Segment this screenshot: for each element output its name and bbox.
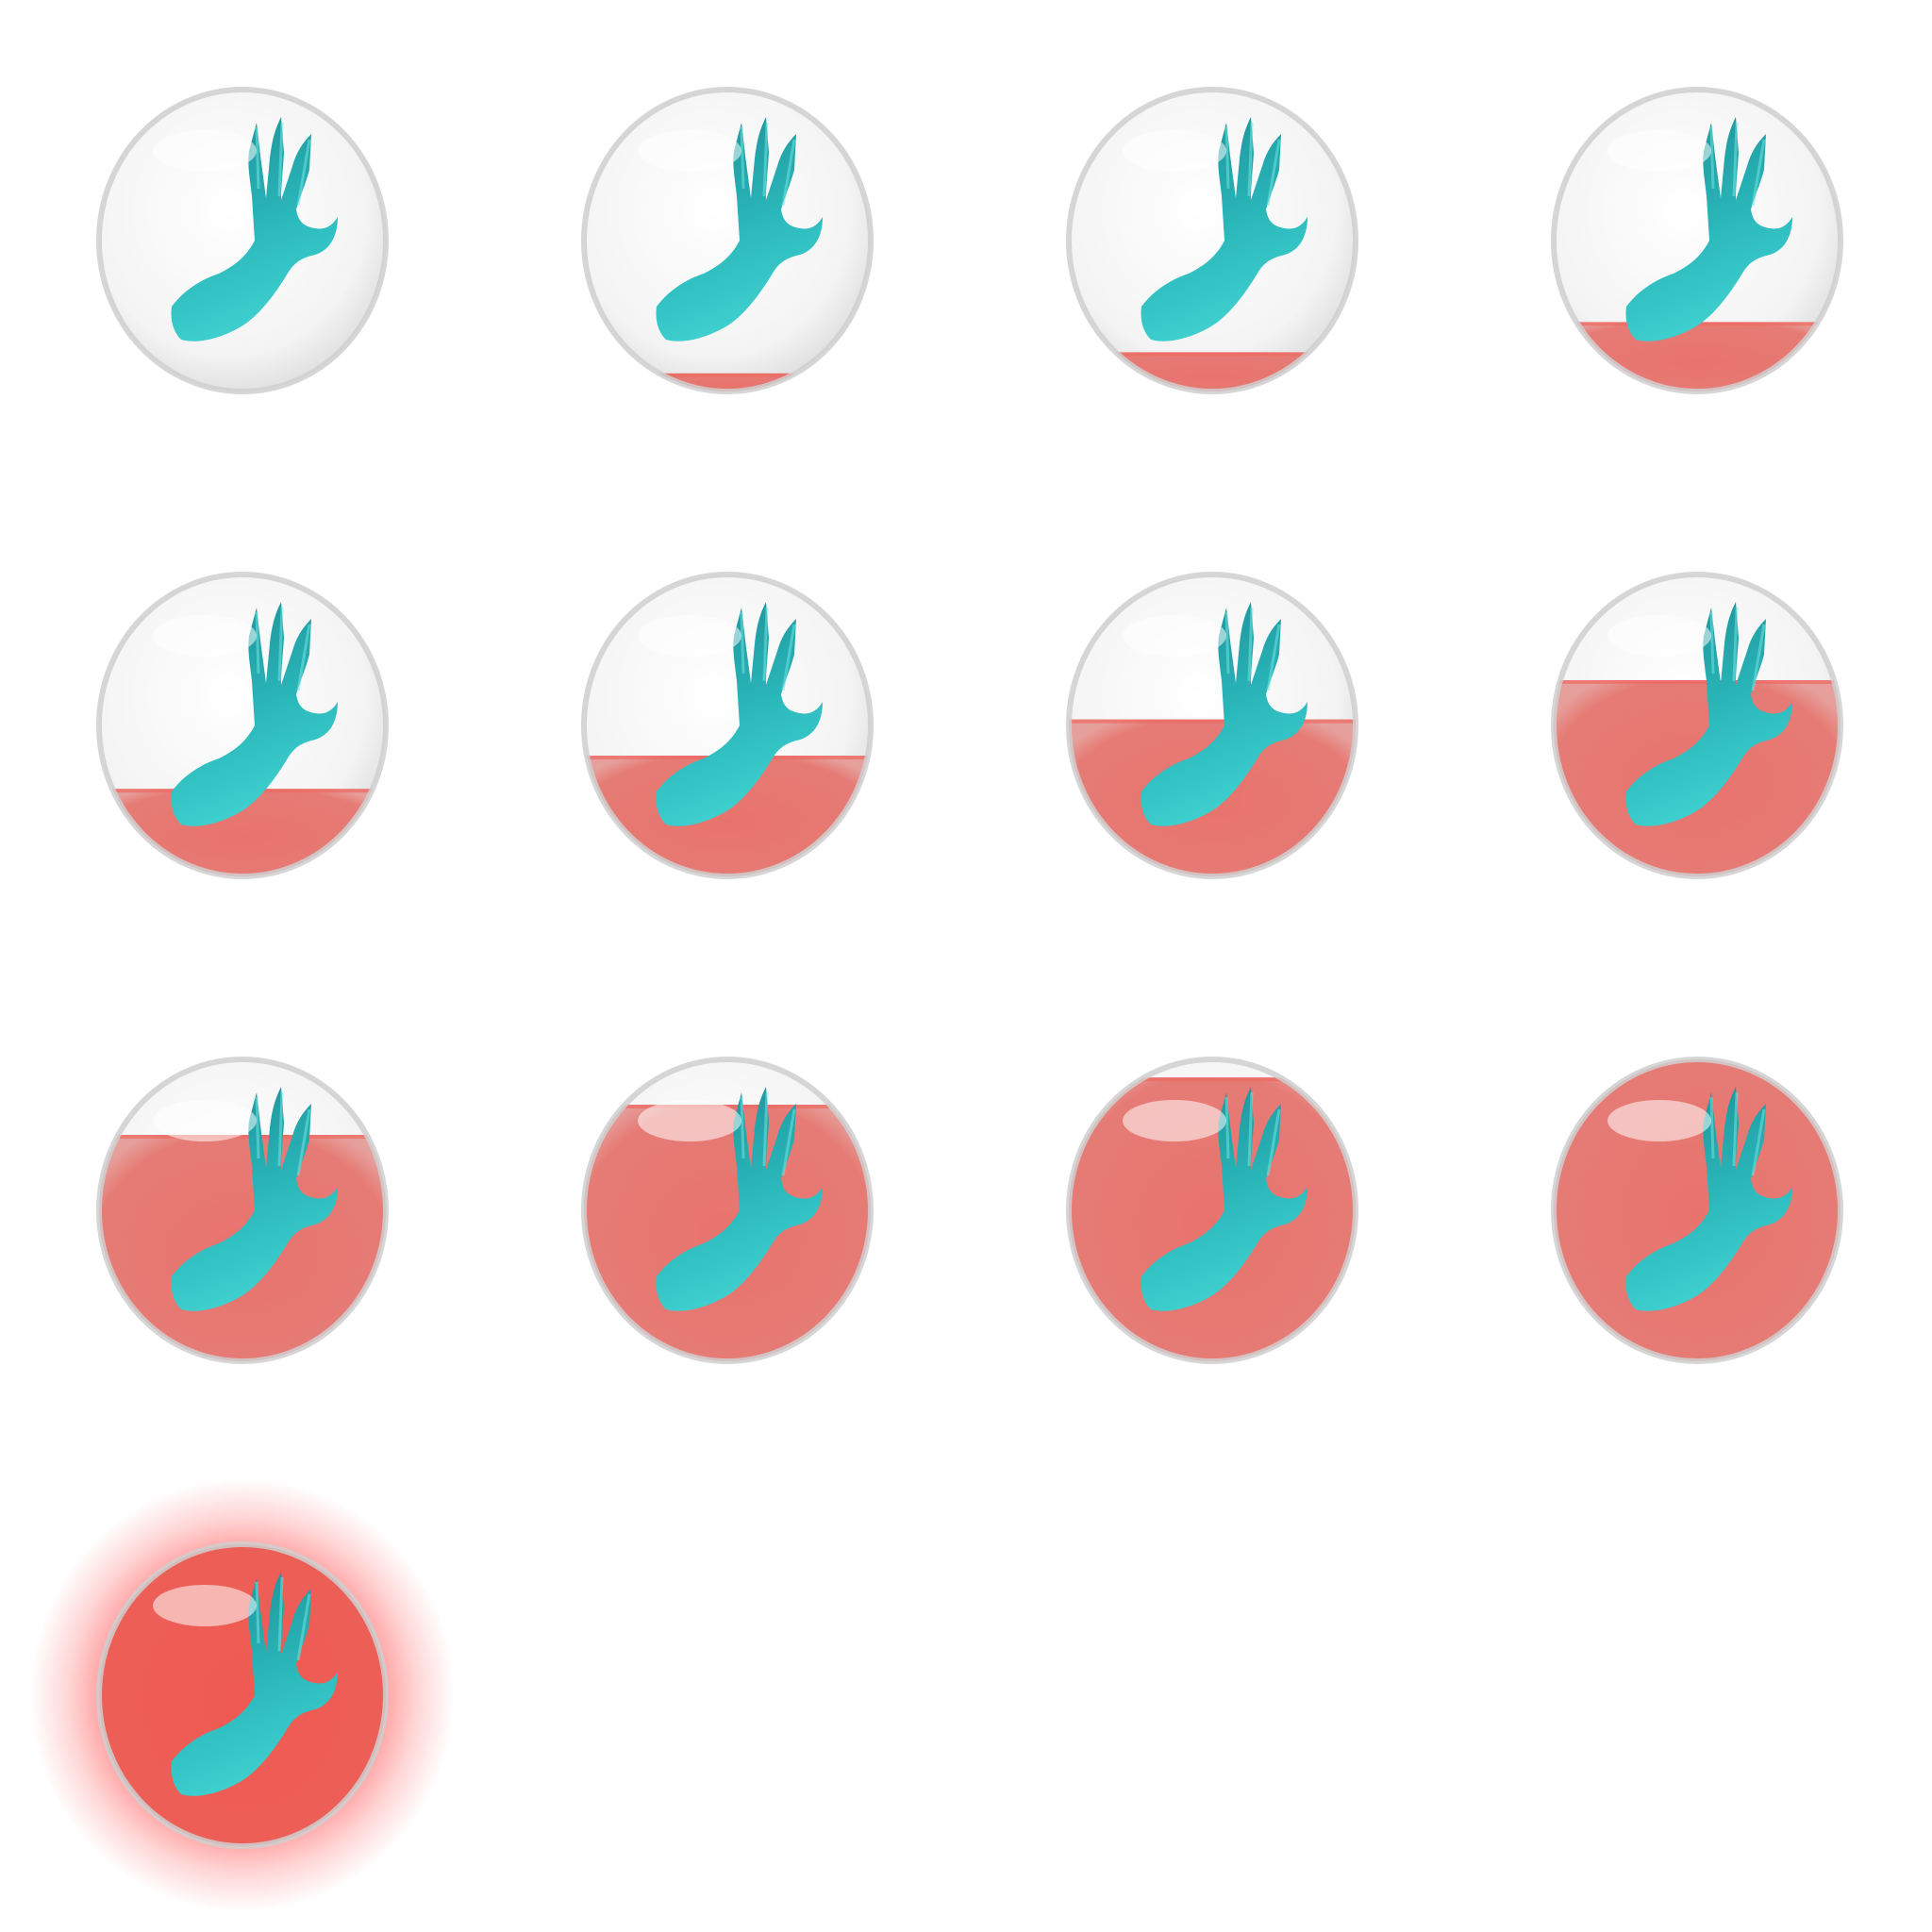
orb-svg <box>1551 572 1843 879</box>
orb-frame-11 <box>1066 1055 1358 1366</box>
orb-frame-2 <box>581 85 874 396</box>
claw-highlight <box>255 1581 260 1644</box>
orb-frame-10 <box>581 1055 874 1366</box>
orb-frame-1 <box>96 85 389 396</box>
claw-highlight <box>255 126 260 190</box>
liquid-surface <box>99 1135 386 1139</box>
orb-frame-13 <box>96 1540 389 1851</box>
orb-svg <box>96 87 389 394</box>
orb-highlight <box>1123 615 1226 657</box>
liquid-surface <box>1069 1077 1356 1082</box>
orb-highlight <box>153 130 257 172</box>
claw-highlight <box>1224 611 1230 675</box>
orb-highlight <box>1123 1100 1226 1141</box>
claw-highlight <box>255 1096 260 1159</box>
claw-highlight <box>740 1096 745 1159</box>
claw-highlight <box>1709 126 1715 190</box>
orb-svg <box>1066 1057 1358 1364</box>
orb-frame-4 <box>1551 85 1843 396</box>
orb-frame-6 <box>581 570 874 881</box>
orb-highlight <box>1607 615 1711 657</box>
orb-svg <box>96 572 389 879</box>
orb-svg <box>96 1541 389 1849</box>
liquid-surface <box>1554 680 1840 684</box>
orb-highlight <box>638 1100 741 1141</box>
orb-highlight <box>638 615 741 657</box>
orb-frame-9 <box>96 1055 389 1366</box>
liquid-fill <box>584 373 871 391</box>
orb-svg <box>96 1057 389 1364</box>
orb-svg <box>1551 1057 1843 1364</box>
liquid-surface <box>1069 352 1356 357</box>
orb-svg <box>1066 572 1358 879</box>
orb-frame-8 <box>1551 570 1843 881</box>
orb-highlight <box>1607 1100 1711 1141</box>
orb-svg <box>1551 87 1843 394</box>
orb-svg <box>581 572 874 879</box>
orb-svg <box>581 87 874 394</box>
claw-highlight <box>1709 1096 1715 1159</box>
claw-highlight <box>1224 126 1230 190</box>
orb-highlight <box>153 1100 257 1141</box>
orb-frame-3 <box>1066 85 1358 396</box>
orb-highlight <box>1123 130 1226 172</box>
claw-highlight <box>740 611 745 675</box>
liquid-surface <box>1069 719 1356 724</box>
orb-svg <box>581 1057 874 1364</box>
orb-highlight <box>1607 130 1711 172</box>
claw-highlight <box>740 126 745 190</box>
orb-frame-12 <box>1551 1055 1843 1366</box>
claw-highlight <box>255 611 260 675</box>
orb-highlight <box>638 130 741 172</box>
orb-svg <box>1066 87 1358 394</box>
claw-highlight <box>1709 611 1715 675</box>
orb-highlight <box>153 1585 257 1626</box>
orb-frame-5 <box>96 570 389 881</box>
orb-frame-7 <box>1066 570 1358 881</box>
liquid-surface <box>584 373 871 377</box>
orb-highlight <box>153 615 257 657</box>
claw-highlight <box>1224 1096 1230 1159</box>
orb-sprite-sheet <box>0 0 1932 1932</box>
